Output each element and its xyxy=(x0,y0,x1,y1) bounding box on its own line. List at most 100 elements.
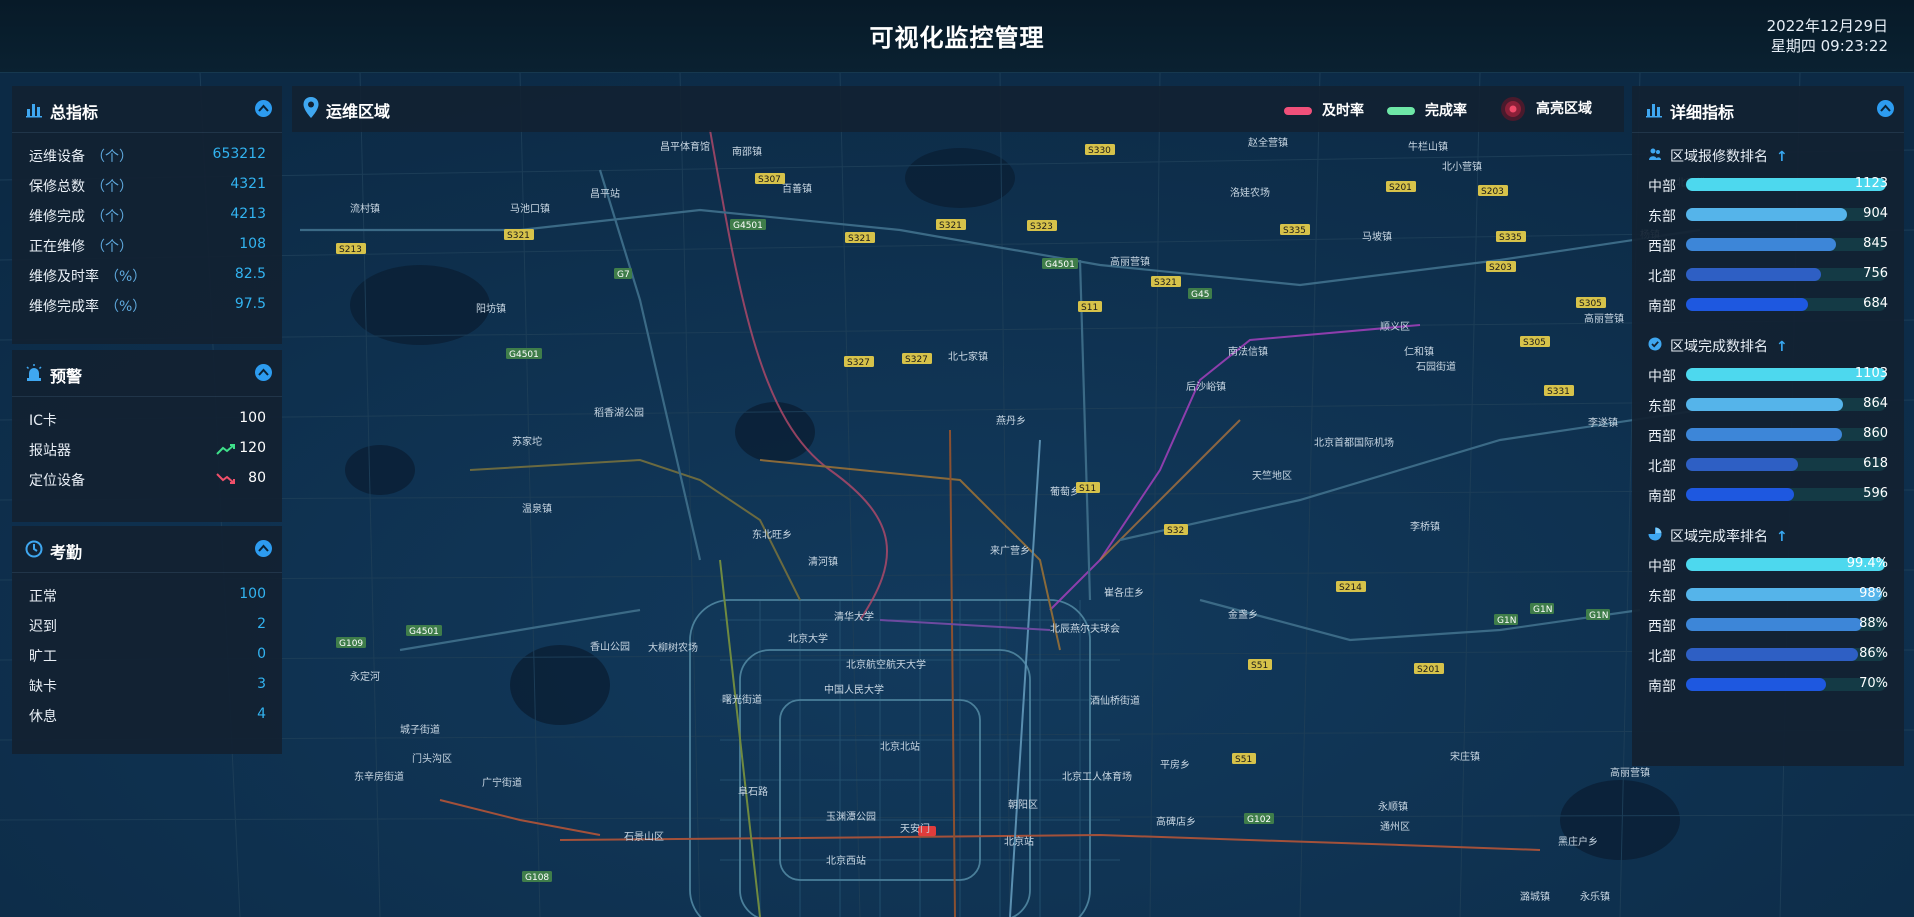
background-map[interactable]: 昌平体育馆 南邵镇昌平站 百善镇 赵全营镇北小营镇 牛栏山镇洛娃农场马池口镇 流村镇北七家… xyxy=(0,0,1914,917)
road-shield: S11 xyxy=(1076,482,1100,494)
ranking-bar-fill xyxy=(1686,588,1882,601)
legend-timely-rate[interactable]: 及时率 xyxy=(1284,100,1364,120)
road-shield-label: S213 xyxy=(339,245,362,255)
ranking-value: 1103 xyxy=(1854,366,1888,381)
detail-panel-title: 详细指标 xyxy=(1670,103,1735,122)
map-place-label: 昌平体育馆 xyxy=(660,140,710,153)
sort-arrow-icon[interactable]: ↑ xyxy=(1776,339,1788,355)
map-place-label: 香山公园 xyxy=(590,641,630,653)
warning-panel-title: 预警 xyxy=(50,367,83,386)
ranking-bar-track xyxy=(1686,208,1886,221)
ranking-bar-fill xyxy=(1686,648,1858,661)
collapse-summary-button[interactable] xyxy=(255,100,272,117)
map-place-label: 朝阳区 xyxy=(1008,799,1038,811)
attendance-panel-header: 考勤 xyxy=(12,526,282,573)
ranking-value: 70% xyxy=(1859,676,1888,691)
ranking-bar-track xyxy=(1686,238,1886,251)
legend-highlight-area[interactable]: 高亮区域 xyxy=(1500,96,1592,122)
map-place-label: 阜石路 xyxy=(738,785,768,798)
ranking-bar-fill xyxy=(1686,398,1843,411)
map-place-label: 通州区 xyxy=(1380,821,1410,833)
road-shield: G1N xyxy=(1494,614,1518,626)
summary-label: 维修完成 （个） xyxy=(29,206,133,226)
summary-value: 97.5 xyxy=(234,296,266,312)
ranking-region: 中部 xyxy=(1648,369,1676,385)
map-place-label: 葡萄乡 xyxy=(1050,485,1080,498)
chevron-up-icon xyxy=(1880,104,1891,112)
users-icon xyxy=(1649,148,1661,160)
road-shield-label: G108 xyxy=(525,873,549,883)
sort-arrow-icon[interactable]: ↑ xyxy=(1776,149,1788,165)
road-shield: S201 xyxy=(1386,181,1416,193)
road-shield: S213 xyxy=(336,243,366,255)
road-shield-label: G7 xyxy=(617,270,630,280)
map-place-label: 南邵镇 xyxy=(732,145,762,158)
road-shield: S321 xyxy=(936,219,966,231)
road-shield: S203 xyxy=(1486,261,1516,273)
map-place-label: 广宁街道 xyxy=(482,776,522,789)
warning-label: IC卡 xyxy=(29,413,57,429)
map-place-label: 北小营镇 xyxy=(1442,160,1482,173)
map-place-label: 天竺地区 xyxy=(1252,469,1292,482)
collapse-warning-button[interactable] xyxy=(255,364,272,381)
summary-label-text: 维修完成 xyxy=(29,209,85,225)
road-shield-label: S321 xyxy=(1154,278,1177,288)
road-shield-label: S32 xyxy=(1167,526,1184,536)
summary-row: 正在维修 （个） 108 xyxy=(12,229,282,259)
pie-icon xyxy=(1648,527,1662,541)
attendance-row: 旷工 0 xyxy=(12,639,282,669)
summary-label-text: 维修完成率 xyxy=(29,299,99,315)
map-place-label: 苏家坨 xyxy=(512,435,542,448)
road-shield-label: G4501 xyxy=(409,627,439,637)
detail-section-header: 区域报修数排名 ↑ xyxy=(1632,139,1904,169)
attendance-value: 2 xyxy=(257,616,266,632)
map-place-label: 北京工人体育场 xyxy=(1062,770,1132,783)
ranking-row: 西部 860 xyxy=(1632,419,1904,449)
road-shield-label: S214 xyxy=(1339,583,1362,593)
road-shield-label: S201 xyxy=(1389,183,1412,193)
collapse-attendance-button[interactable] xyxy=(255,540,272,557)
summary-value: 108 xyxy=(239,236,266,252)
detail-section-header: 区域完成率排名 ↑ xyxy=(1632,519,1904,549)
summary-row: 维修完成率 （%） 97.5 xyxy=(12,289,282,319)
detail-section-title-text: 区域完成率排名 xyxy=(1670,529,1768,545)
ranking-row: 南部 684 xyxy=(1632,289,1904,319)
road-shield-label: S203 xyxy=(1481,187,1504,197)
location-pin-icon xyxy=(303,97,319,118)
road-shield: S32 xyxy=(1164,524,1188,536)
ranking-value: 845 xyxy=(1863,236,1888,251)
road-shield-label: S327 xyxy=(847,358,870,368)
page-title: 可视化监控管理 xyxy=(869,24,1045,52)
map-place-label: 宋庄镇 xyxy=(1450,750,1480,763)
road-shield-label: S335 xyxy=(1283,226,1306,236)
ranking-row: 北部 86% xyxy=(1632,639,1904,669)
attendance-value: 0 xyxy=(257,646,266,662)
summary-panel: 总指标 运维设备 （个） 653212 保修总数 （个） 4321 维修完成 （个） 4213 正… xyxy=(12,86,282,344)
attendance-panel: 考勤 正常 100 迟到 2 旷工 0 缺卡 3 休息 4 xyxy=(12,526,282,754)
road-shield-label: G1N xyxy=(1533,605,1552,615)
road-shield-label: S305 xyxy=(1523,338,1546,348)
sort-arrow-icon[interactable]: ↑ xyxy=(1776,529,1788,545)
summary-value: 82.5 xyxy=(234,266,266,282)
ranking-row: 中部 1103 xyxy=(1632,359,1904,389)
warning-panel: 预警 IC卡 100 报站器 120 定位设备 80 xyxy=(12,350,282,522)
road-shield: G1N xyxy=(1586,609,1610,621)
map-place-label: 东北旺乡 xyxy=(752,528,792,541)
collapse-detail-button[interactable] xyxy=(1877,100,1894,117)
map-place-label: 北七家镇 xyxy=(948,350,988,363)
ranking-bar-track xyxy=(1686,488,1886,501)
legend-completion-rate[interactable]: 完成率 xyxy=(1387,100,1467,120)
map-place-label: 石景山区 xyxy=(624,831,664,843)
alarm-light-icon xyxy=(26,364,42,381)
road-shield: G4501 xyxy=(1042,258,1078,270)
up-trend-icon xyxy=(216,444,235,455)
summary-unit: （个） xyxy=(91,239,133,255)
ranking-row: 北部 756 xyxy=(1632,259,1904,289)
top-header: 可视化监控管理 2022年12月29日 星期四 09:23:22 xyxy=(0,0,1914,73)
attendance-row: 缺卡 3 xyxy=(12,669,282,699)
road-shield-label: G1N xyxy=(1589,611,1608,621)
summary-unit: （%） xyxy=(105,299,147,315)
ranking-bar-track xyxy=(1686,648,1886,661)
warning-row: 定位设备 80 xyxy=(12,463,282,493)
